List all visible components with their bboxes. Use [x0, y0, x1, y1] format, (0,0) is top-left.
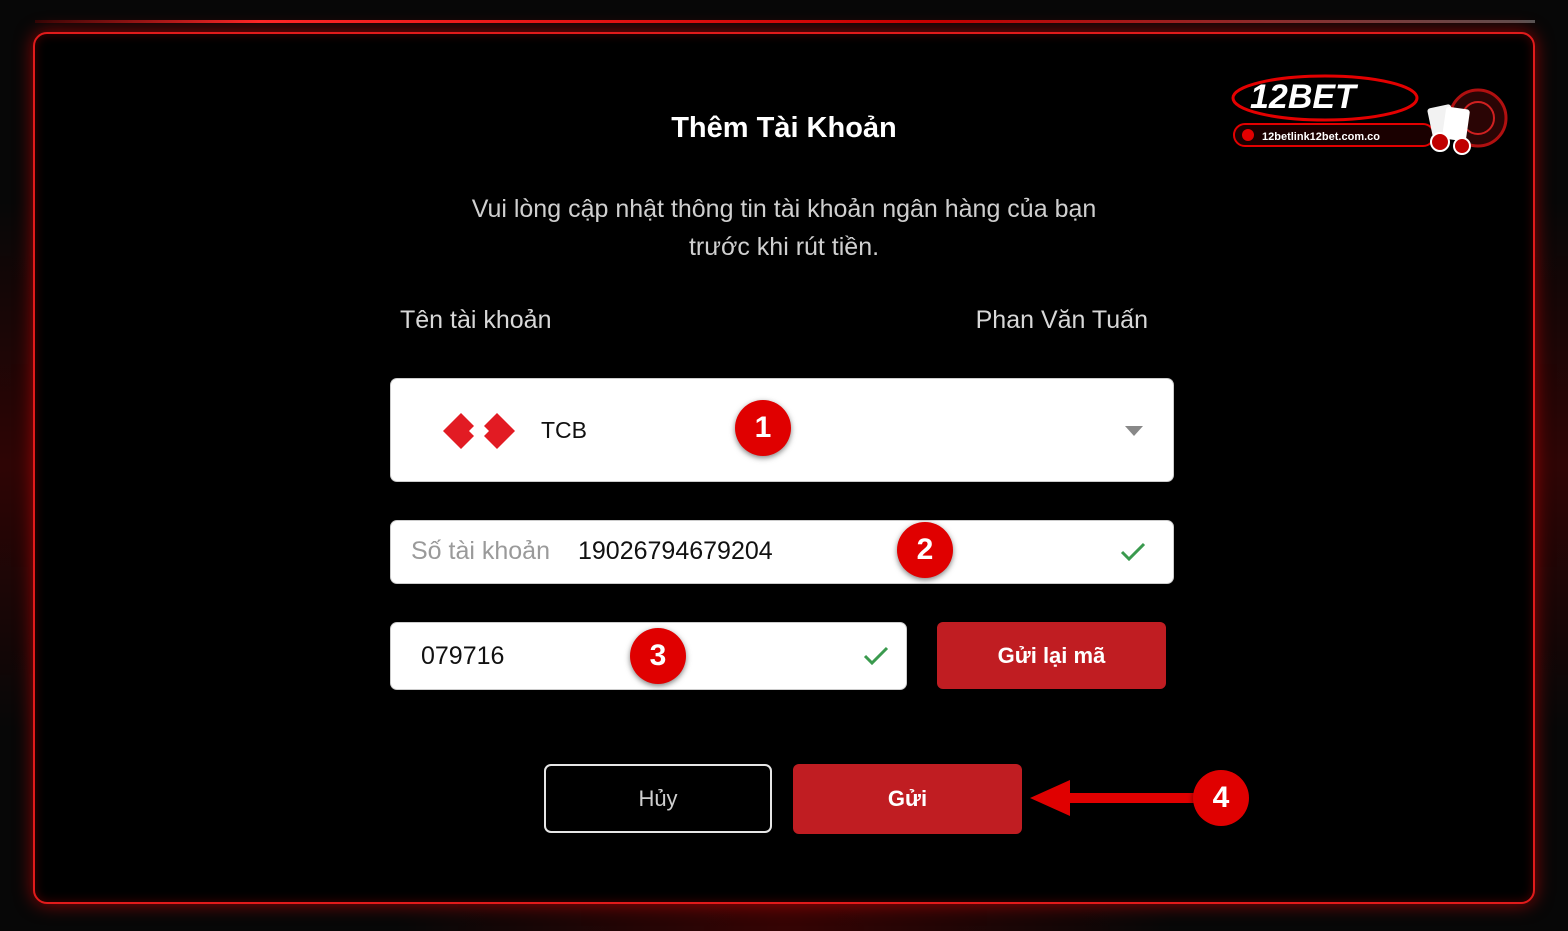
pointer-arrow-icon — [1030, 780, 1198, 816]
account-number-value: 19026794679204 — [578, 537, 773, 565]
submit-button[interactable]: Gửi — [793, 764, 1022, 834]
cancel-button[interactable]: Hủy — [544, 764, 772, 833]
otp-code-value: 079716 — [421, 642, 505, 670]
step-badge-2: 2 — [897, 522, 953, 578]
step-badge-3: 3 — [630, 628, 686, 684]
dialog-title: Thêm Tài Khoản — [671, 112, 897, 144]
account-name-value: Phan Văn Tuấn — [975, 306, 1148, 334]
techcombank-logo-icon — [443, 413, 515, 449]
account-number-placeholder: Số tài khoản — [411, 537, 550, 565]
account-number-field[interactable]: Số tài khoản 19026794679204 — [390, 520, 1174, 584]
check-icon — [863, 646, 889, 666]
top-accent-line — [35, 20, 1535, 23]
subtitle-line-1: Vui lòng cập nhật thông tin tài khoản ng… — [471, 195, 1097, 223]
bank-selected-value: TCB — [541, 417, 587, 443]
step-badge-4: 4 — [1193, 770, 1249, 826]
logo-wordmark: 12BET — [1250, 78, 1359, 116]
dialog-subtitle: Vui lòng cập nhật thông tin tài khoản ng… — [384, 190, 1184, 266]
subtitle-line-2: trước khi rút tiền. — [688, 233, 880, 261]
chevron-down-icon[interactable] — [1125, 426, 1143, 436]
step-badge-1: 1 — [735, 400, 791, 456]
account-name-label: Tên tài khoản — [400, 306, 552, 334]
check-icon — [1120, 542, 1146, 562]
resend-code-button[interactable]: Gửi lại mã — [937, 622, 1166, 689]
